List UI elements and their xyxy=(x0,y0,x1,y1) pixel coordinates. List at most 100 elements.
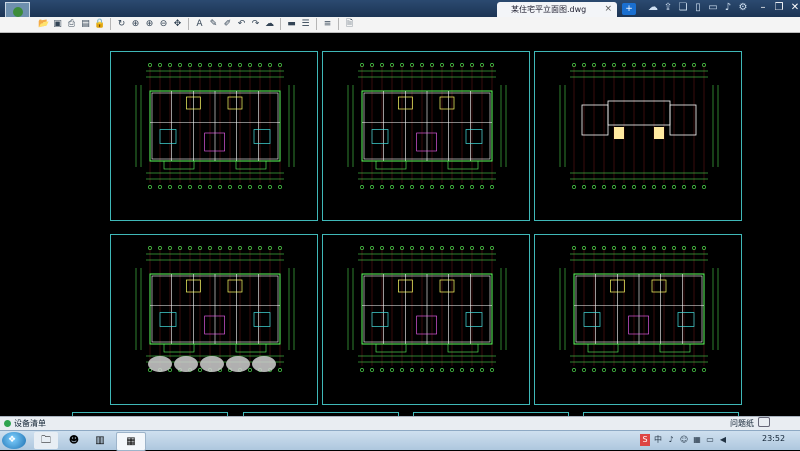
start-button[interactable]: ❖ xyxy=(2,432,26,449)
drawing-canvas[interactable] xyxy=(0,33,800,422)
status-left[interactable]: 设备清单 xyxy=(4,418,46,429)
zoom-in-icon[interactable]: ⊕ xyxy=(144,18,155,30)
ime-icon[interactable]: S xyxy=(640,434,650,446)
settings-icon[interactable]: ⚙ xyxy=(738,2,748,14)
landscape-shape xyxy=(148,356,172,372)
room-fixture xyxy=(253,129,271,144)
axis-bubble xyxy=(652,368,656,372)
mobile-icon[interactable]: ▯ xyxy=(693,2,703,14)
lock-icon[interactable]: 🔒 xyxy=(94,18,105,30)
document-icon[interactable]: 🗎 xyxy=(344,18,355,30)
chat-bubble-icon xyxy=(758,417,770,427)
axis-bubble xyxy=(480,368,484,372)
print-icon[interactable]: ⎙ xyxy=(66,18,77,30)
room-fixture xyxy=(159,312,177,327)
axis-bubble xyxy=(198,368,202,372)
avatar-head xyxy=(13,7,23,17)
open-icon[interactable]: 📂 xyxy=(38,18,49,30)
device-list-label: 设备清单 xyxy=(14,419,46,428)
axis-bubble xyxy=(592,368,596,372)
refresh-icon[interactable]: ↻ xyxy=(116,18,127,30)
axis-bubble xyxy=(572,368,576,372)
cloud-markup-icon[interactable]: ☁ xyxy=(264,18,275,30)
pan-icon[interactable]: ✥ xyxy=(172,18,183,30)
cad-viewer-task-icon[interactable]: ▦ xyxy=(116,432,146,451)
brush-icon[interactable]: ✐ xyxy=(222,18,233,30)
stair-fill xyxy=(614,127,624,139)
axis-bubble xyxy=(642,185,646,189)
axis-bubble xyxy=(158,185,162,189)
axis-bubble xyxy=(430,368,434,372)
layer-icon[interactable]: ▬ xyxy=(286,18,297,30)
axis-bubble xyxy=(672,368,676,372)
minimize-button[interactable]: – xyxy=(758,2,768,14)
feedback-label: 问题纸 xyxy=(730,419,754,428)
layer-manager-icon[interactable]: ☰ xyxy=(300,18,311,30)
copy-icon[interactable]: ❏ xyxy=(678,2,688,14)
zh-icon[interactable]: 中 xyxy=(653,434,663,446)
axis-bubble xyxy=(632,368,636,372)
layers-stack-icon[interactable]: ≡ xyxy=(322,18,333,30)
document-tab[interactable]: 某住宅平立面图.dwg × xyxy=(497,2,617,17)
balcony xyxy=(163,343,195,353)
axis-bubble xyxy=(460,368,464,372)
axis-bubble xyxy=(400,185,404,189)
axis-bubble xyxy=(208,185,212,189)
zoom-out-icon[interactable]: ⊖ xyxy=(158,18,169,30)
axis-bubble xyxy=(572,185,576,189)
network-icon[interactable]: ▦ xyxy=(692,434,702,446)
axis-bubble xyxy=(682,368,686,372)
battery-icon[interactable]: ▭ xyxy=(705,434,715,446)
share-icon[interactable]: ⇪ xyxy=(663,2,673,14)
axis-bubble xyxy=(612,368,616,372)
qq-icon[interactable]: ☺ xyxy=(679,434,689,446)
pencil-icon[interactable]: ✎ xyxy=(208,18,219,30)
dialog-icon[interactable]: ▭ xyxy=(708,2,718,14)
volume-icon[interactable]: ◀ xyxy=(718,434,728,446)
axis-bubble xyxy=(450,185,454,189)
room-fixture xyxy=(583,312,601,327)
axis-bubble xyxy=(228,185,232,189)
axis-bubble xyxy=(702,185,706,189)
axis-bubble xyxy=(642,368,646,372)
axis-bubble xyxy=(460,185,464,189)
save-icon[interactable]: ▣ xyxy=(52,18,63,30)
close-tab-icon[interactable]: × xyxy=(604,2,612,17)
cloud-icon[interactable]: ☁ xyxy=(648,2,658,14)
person-app-icon[interactable]: ☻ xyxy=(62,432,86,449)
room-fixture xyxy=(465,312,483,327)
window-controls: – ❐ ✕ xyxy=(758,2,800,14)
redo-icon[interactable]: ↷ xyxy=(250,18,261,30)
text-icon[interactable]: A xyxy=(194,18,205,30)
export-icon[interactable]: ▤ xyxy=(80,18,91,30)
new-tab-button[interactable]: + xyxy=(622,3,636,15)
axis-bubble xyxy=(632,185,636,189)
axis-bubble xyxy=(390,368,394,372)
clock[interactable]: 23:52 xyxy=(762,434,785,443)
axis-bubble xyxy=(218,185,222,189)
axis-bubble xyxy=(692,368,696,372)
books-app-icon[interactable]: ▥ xyxy=(88,432,112,449)
axis-bubble xyxy=(420,368,424,372)
undo-icon[interactable]: ↶ xyxy=(236,18,247,30)
axis-bubble xyxy=(278,368,282,372)
balcony xyxy=(235,343,267,353)
toolbar-separator xyxy=(110,18,111,30)
axis-bubble xyxy=(360,185,364,189)
axis-bubble xyxy=(420,185,424,189)
notification-icon[interactable]: ♪ xyxy=(723,2,733,14)
restore-button[interactable]: ❐ xyxy=(774,2,784,14)
axis-bubble xyxy=(410,368,414,372)
balcony xyxy=(587,343,619,353)
zoom-window-icon[interactable]: ⊕ xyxy=(130,18,141,30)
speaker-icon[interactable]: ♪ xyxy=(666,434,676,446)
axis-bubble xyxy=(592,185,596,189)
axis-bubble xyxy=(188,185,192,189)
explorer-icon[interactable]: 🗀 xyxy=(34,432,58,449)
axis-bubble xyxy=(380,368,384,372)
axis-bubble xyxy=(672,185,676,189)
close-window-button[interactable]: ✕ xyxy=(790,2,800,14)
axis-bubble xyxy=(400,368,404,372)
axis-bubble xyxy=(168,185,172,189)
status-right[interactable]: 问题纸 xyxy=(730,417,770,430)
